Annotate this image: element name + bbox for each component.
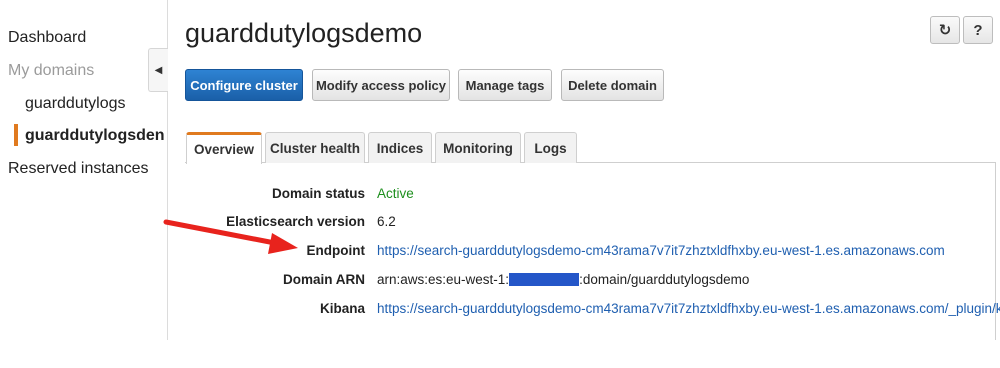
tab-overview[interactable]: Overview bbox=[186, 132, 262, 164]
annotation-arrow-icon bbox=[163, 219, 298, 254]
